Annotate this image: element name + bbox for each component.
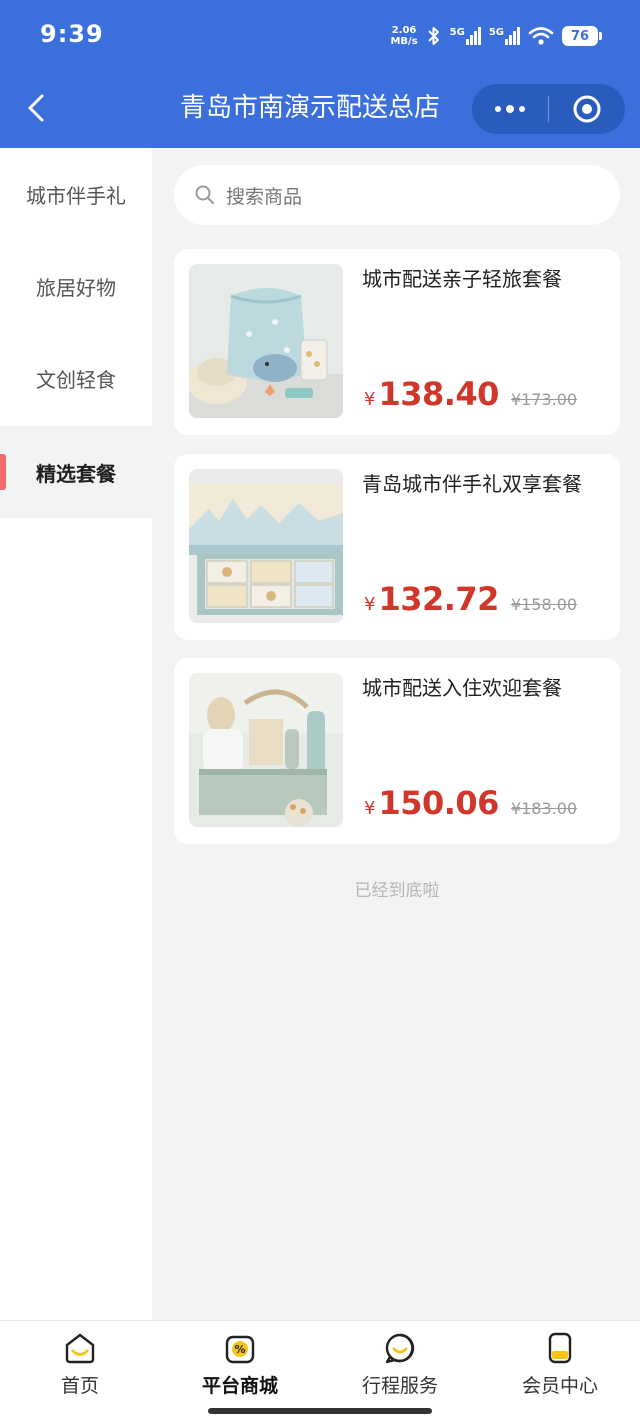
svg-text:%: % (234, 1343, 245, 1356)
sidebar-item-label: 旅居好物 (36, 275, 116, 300)
tab-label: 平台商城 (201, 1375, 278, 1397)
price-row: ¥ 132.72 ¥158.00 (364, 580, 577, 618)
shop-icon: % (225, 1335, 255, 1364)
status-icons: 2.06 MB/s 5G 5G 76 (390, 20, 602, 52)
nav-bar: 青岛市南演示配送总店 (0, 72, 640, 148)
product-image[interactable] (189, 469, 343, 623)
back-button[interactable] (16, 88, 56, 128)
product-card[interactable]: 城市配送入住欢迎套餐 ¥ 150.06 ¥183.00 (174, 658, 620, 844)
product-title: 城市配送亲子轻旅套餐 (362, 267, 562, 291)
price-row: ¥ 150.06 ¥183.00 (364, 784, 577, 822)
signal-icon: 5G (450, 27, 481, 45)
miniprogram-capsule (472, 84, 625, 134)
original-price: ¥158.00 (510, 595, 578, 614)
tab-platform-mall[interactable]: % 平台商城 (160, 1321, 320, 1411)
member-icon (548, 1332, 572, 1364)
service-icon (385, 1333, 415, 1364)
tab-label: 首页 (60, 1375, 99, 1397)
page-title: 青岛市南演示配送总店 (180, 93, 441, 123)
tab-member-center[interactable]: 会员中心 (480, 1321, 640, 1411)
product-title: 青岛城市伴手礼双享套餐 (362, 472, 582, 496)
product-photo-welcome-basket (189, 673, 343, 827)
product-price: 132.72 (378, 580, 499, 618)
product-image[interactable] (189, 673, 343, 827)
tab-label: 会员中心 (521, 1375, 598, 1397)
more-dot-icon (519, 106, 525, 112)
network-speed: 2.06 MB/s (390, 25, 418, 47)
product-card[interactable]: 青岛城市伴手礼双享套餐 ¥ 132.72 ¥158.00 (174, 454, 620, 640)
product-price: 150.06 (378, 784, 499, 822)
sidebar-item-featured-bundles[interactable]: 精选套餐 (0, 426, 152, 518)
search-input[interactable]: 搜索商品 (174, 165, 620, 225)
currency-symbol: ¥ (364, 798, 376, 819)
search-icon (195, 185, 214, 204)
sidebar-item-city-gifts[interactable]: 城市伴手礼 (0, 148, 152, 240)
tab-label: 行程服务 (361, 1375, 438, 1397)
product-title: 城市配送入住欢迎套餐 (362, 676, 562, 700)
currency-symbol: ¥ (364, 389, 376, 410)
end-of-list-note: 已经到底啦 (354, 881, 440, 901)
price-row: ¥ 138.40 ¥173.00 (364, 375, 577, 413)
product-photo-gift-box (189, 469, 343, 623)
status-bar: 9:39 2.06 MB/s 5G 5G 76 (0, 0, 640, 72)
sidebar-item-travel-goods[interactable]: 旅居好物 (0, 240, 152, 332)
sidebar-item-culture-snacks[interactable]: 文创轻食 (0, 332, 152, 424)
chevron-left-icon (28, 94, 44, 122)
currency-symbol: ¥ (364, 594, 376, 615)
original-price: ¥183.00 (510, 799, 578, 818)
close-miniprogram-button[interactable] (549, 84, 625, 134)
active-indicator (0, 454, 6, 490)
product-photo-kids-travel (189, 264, 343, 418)
product-card[interactable]: 城市配送亲子轻旅套餐 ¥ 138.40 ¥173.00 (174, 249, 620, 435)
home-icon (65, 1333, 95, 1364)
more-dot-icon (506, 105, 514, 113)
wifi-icon (528, 27, 554, 45)
category-sidebar: 城市伴手礼 旅居好物 文创轻食 精选套餐 (0, 148, 152, 1320)
home-indicator[interactable] (208, 1408, 432, 1414)
target-icon (573, 95, 601, 123)
sidebar-item-label: 文创轻食 (36, 367, 116, 392)
search-placeholder: 搜索商品 (226, 185, 303, 208)
signal-icon: 5G (489, 27, 520, 45)
original-price: ¥173.00 (510, 390, 578, 409)
tab-itinerary-service[interactable]: 行程服务 (320, 1321, 480, 1411)
more-dot-icon (495, 106, 501, 112)
battery-icon: 76 (562, 26, 602, 46)
tab-home[interactable]: 首页 (0, 1321, 160, 1411)
more-button[interactable] (472, 84, 548, 134)
status-time: 9:39 (40, 20, 104, 48)
bluetooth-icon (427, 27, 439, 45)
product-price: 138.40 (378, 375, 499, 413)
header: 9:39 2.06 MB/s 5G 5G 76 青岛市南演示配送总店 (0, 0, 640, 148)
sidebar-item-label: 精选套餐 (36, 461, 116, 486)
product-image[interactable] (189, 264, 343, 418)
sidebar-item-label: 城市伴手礼 (26, 183, 126, 208)
